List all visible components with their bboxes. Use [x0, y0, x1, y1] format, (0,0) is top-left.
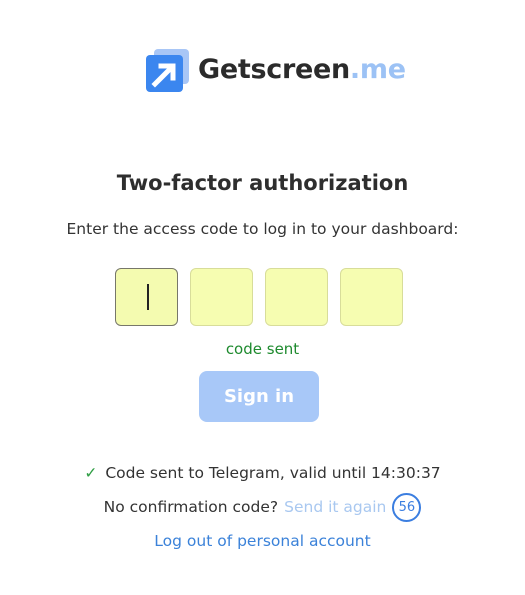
sign-in-button[interactable]: Sign in: [199, 371, 319, 422]
logout-link[interactable]: Log out of personal account: [154, 532, 370, 550]
logout-row: Log out of personal account: [0, 532, 525, 550]
code-sent-text: Code sent to Telegram, valid until 14:30…: [105, 464, 441, 482]
check-icon: ✓: [84, 464, 98, 482]
code-sent-info: ✓ Code sent to Telegram, valid until 14:3…: [0, 464, 525, 482]
arrow-icon: [146, 48, 189, 92]
brand-tld: .me: [349, 54, 406, 85]
brand-logo: Getscreen.me: [146, 48, 406, 92]
page-subtitle: Enter the access code to log in to your …: [66, 220, 459, 238]
brand-name: Getscreen.me: [198, 54, 406, 85]
text-caret: [147, 284, 149, 310]
resend-prompt: No confirmation code?: [103, 498, 279, 516]
resend-timer-badge: 56: [392, 492, 422, 522]
resend-row: No confirmation code? Send it again 56: [0, 492, 525, 522]
page-title: Two-factor authorization: [116, 171, 409, 195]
resend-link[interactable]: Send it again: [284, 498, 386, 516]
code-digit-3[interactable]: [265, 268, 328, 326]
code-digit-4[interactable]: [340, 268, 403, 326]
code-input-group: [115, 268, 403, 326]
code-digit-2[interactable]: [190, 268, 253, 326]
status-message: code sent: [225, 340, 300, 358]
